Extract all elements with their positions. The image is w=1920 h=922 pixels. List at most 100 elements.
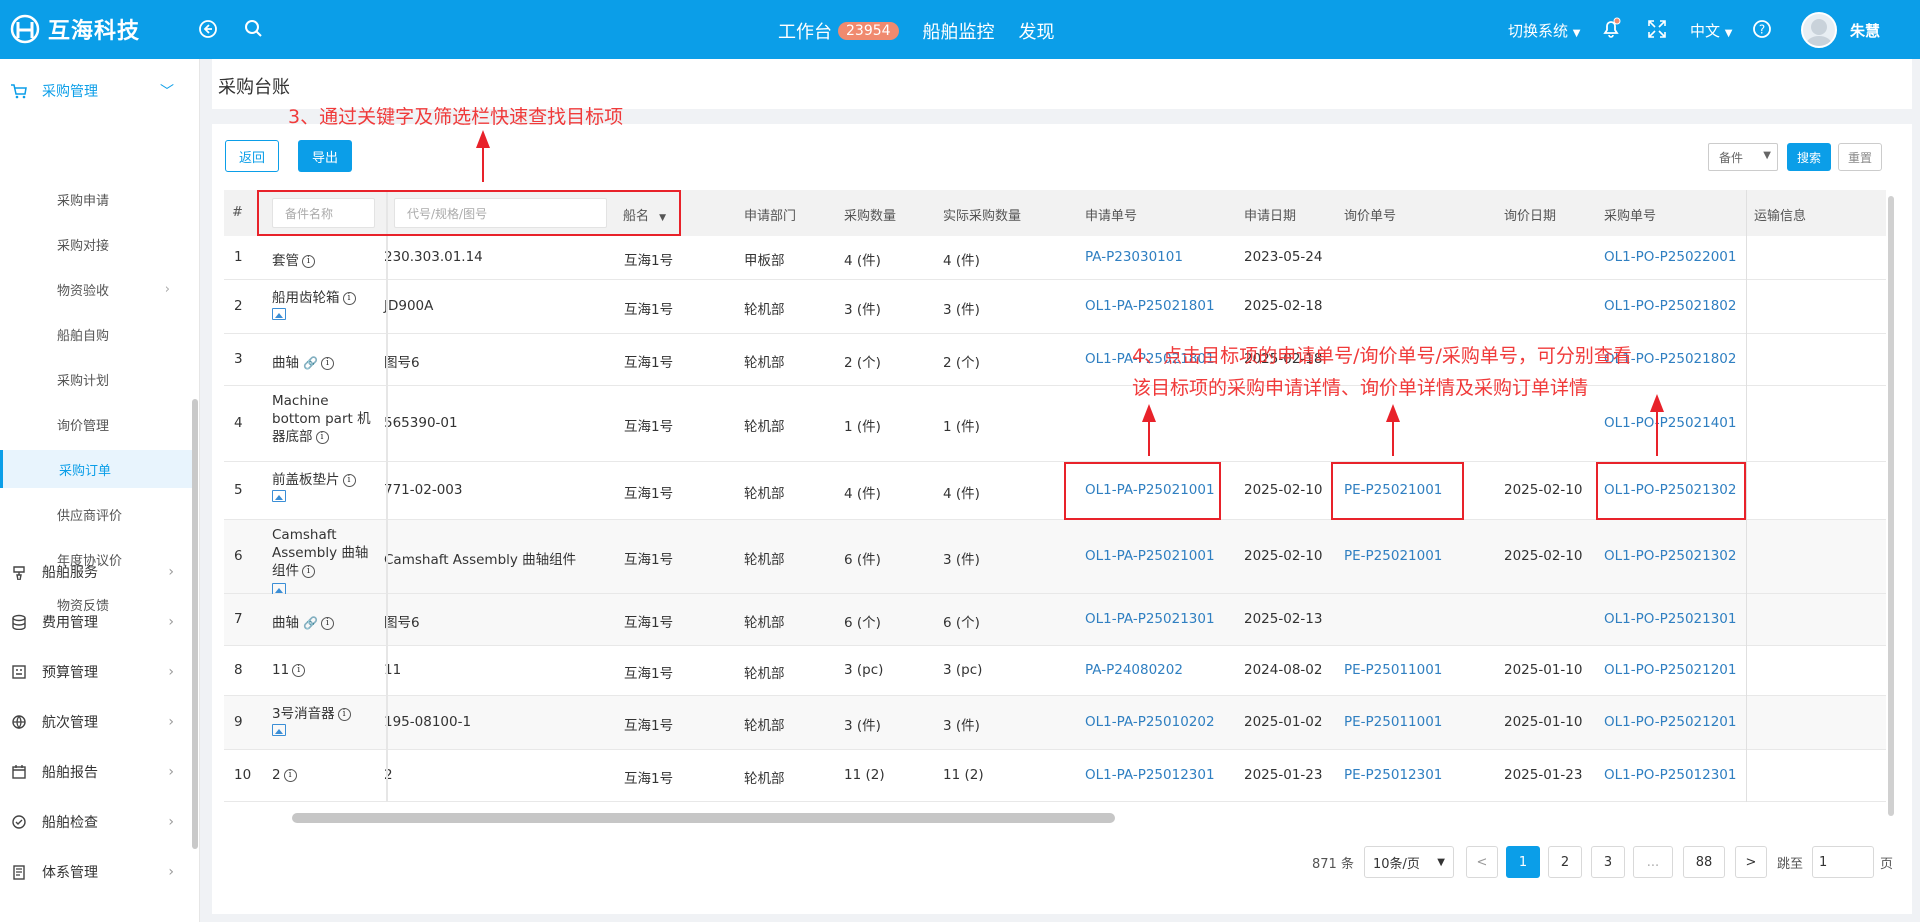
- sidebar-group-purchase[interactable]: 采购管理 ﹀: [0, 71, 192, 111]
- next-page-button[interactable]: >: [1735, 846, 1767, 878]
- apply-no-link[interactable]: OL1-PA-P25012301: [1085, 767, 1215, 783]
- apply-no-link[interactable]: PA-P23030101: [1085, 249, 1183, 265]
- part-name[interactable]: 曲轴: [272, 355, 299, 371]
- part-name[interactable]: 曲轴: [272, 615, 299, 631]
- sidebar-group-4[interactable]: 航次管理 ›: [0, 702, 192, 742]
- link-icon[interactable]: 🔗: [303, 616, 318, 630]
- image-icon[interactable]: [272, 490, 286, 502]
- sidebar-item-1[interactable]: 采购申请: [0, 180, 192, 218]
- info-icon[interactable]: i: [283, 768, 297, 782]
- annotation-arrow-head: [1650, 394, 1664, 412]
- info-icon[interactable]: i: [320, 356, 334, 370]
- sidebar-group-7[interactable]: 体系管理 ›: [0, 852, 192, 892]
- link-icon[interactable]: 🔗: [303, 356, 318, 370]
- apply-no-link[interactable]: PA-P24080202: [1085, 662, 1183, 678]
- annotation-step4-line1: 4、点击目标项的申请单号/询价单号/采购单号，可分别查看: [1132, 345, 1632, 367]
- part-name[interactable]: 3号消音器: [272, 706, 335, 722]
- table-vertical-scrollbar[interactable]: [1888, 196, 1894, 816]
- sidebar-item-8[interactable]: 供应商评价: [0, 495, 192, 533]
- sidebar-group-3[interactable]: 预算管理 ›: [0, 652, 192, 692]
- apply-date: 2025-01-23: [1244, 767, 1323, 783]
- department: 轮机部: [744, 666, 785, 682]
- switch-system-dropdown[interactable]: 切换系统 ▼: [1508, 20, 1581, 41]
- bell-icon[interactable]: [1600, 17, 1622, 39]
- page-button-1[interactable]: 1: [1506, 846, 1540, 878]
- sidebar-item-2[interactable]: 采购对接: [0, 225, 192, 263]
- sidebar-item-3[interactable]: 物资验收 ›: [0, 270, 192, 308]
- image-icon[interactable]: [272, 308, 286, 320]
- info-icon[interactable]: i: [315, 430, 329, 444]
- sidebar-item-4[interactable]: 船舶自购: [0, 315, 192, 353]
- po-no-link[interactable]: OL1-PO-P25021201: [1604, 662, 1736, 678]
- inquiry-no-link[interactable]: PE-P25021001: [1344, 548, 1442, 564]
- row-index: 3: [234, 351, 243, 367]
- part-name[interactable]: 套管: [272, 253, 299, 269]
- search-button[interactable]: 搜索: [1787, 143, 1831, 171]
- sidebar-item-5[interactable]: 采购计划: [0, 360, 192, 398]
- info-icon[interactable]: i: [302, 254, 315, 268]
- part-name[interactable]: 前盖板垫片: [272, 472, 340, 488]
- nav-workbench[interactable]: 工作台 23954: [778, 18, 899, 44]
- search-icon[interactable]: [243, 18, 265, 40]
- part-name[interactable]: 11: [272, 662, 289, 678]
- page-button-3[interactable]: 3: [1591, 846, 1625, 878]
- filter-type-select[interactable]: 备件 ▼: [1708, 143, 1778, 171]
- sidebar-group-2[interactable]: 费用管理 ›: [0, 602, 192, 642]
- page-button-2[interactable]: 2: [1548, 846, 1582, 878]
- sidebar-group-5[interactable]: 船舶报告 ›: [0, 752, 192, 792]
- sidebar-scrollbar[interactable]: [192, 399, 198, 849]
- po-no-link[interactable]: OL1-PO-P25021301: [1604, 611, 1736, 627]
- sidebar-group-6[interactable]: 船舶检查 ›: [0, 802, 192, 842]
- info-icon[interactable]: i: [292, 663, 306, 677]
- po-no-link[interactable]: OL1-PO-P25022001: [1604, 249, 1736, 265]
- part-name[interactable]: 船用齿轮箱: [272, 290, 340, 306]
- chevron-right-icon: ›: [168, 714, 174, 730]
- info-icon[interactable]: i: [302, 564, 315, 578]
- export-button[interactable]: 导出: [298, 140, 352, 172]
- prev-page-button[interactable]: <: [1466, 846, 1498, 878]
- info-icon[interactable]: i: [342, 291, 356, 305]
- page-button-ellipsis[interactable]: ...: [1633, 846, 1673, 878]
- nav-discover[interactable]: 发现: [1019, 18, 1055, 44]
- user-name[interactable]: 朱慧: [1850, 20, 1880, 41]
- sidebar-group-1[interactable]: 船舶服务 ›: [0, 552, 192, 592]
- part-name[interactable]: Camshaft Assembly 曲轴组件: [272, 527, 368, 579]
- inquiry-no-link[interactable]: PE-P25011001: [1344, 662, 1442, 678]
- table-horizontal-scrollbar[interactable]: [292, 813, 1115, 823]
- info-icon[interactable]: i: [320, 616, 334, 630]
- fixed-column-divider: [386, 190, 388, 802]
- back-button[interactable]: 返回: [225, 140, 279, 172]
- info-icon[interactable]: i: [342, 473, 356, 487]
- sidebar-item-6[interactable]: 询价管理: [0, 405, 192, 443]
- info-icon[interactable]: i: [337, 707, 351, 721]
- inquiry-no-link[interactable]: PE-P25012301: [1344, 767, 1442, 783]
- image-icon[interactable]: [272, 724, 286, 736]
- po-no-link[interactable]: OL1-PO-P25021201: [1604, 714, 1736, 730]
- po-no-link[interactable]: OL1-PO-P25021802: [1604, 298, 1736, 314]
- sidebar-item-7[interactable]: 采购订单: [0, 450, 192, 488]
- fullscreen-icon[interactable]: [1646, 18, 1668, 40]
- apply-no-link[interactable]: OL1-PA-P25021801: [1085, 298, 1215, 314]
- inquiry-no-link[interactable]: PE-P25011001: [1344, 714, 1442, 730]
- avatar[interactable]: [1801, 12, 1837, 48]
- apply-no-link[interactable]: OL1-PA-P25021001: [1085, 548, 1215, 564]
- document-icon: [10, 863, 28, 881]
- po-no-link[interactable]: OL1-PO-P25012301: [1604, 767, 1736, 783]
- jump-page-input[interactable]: 1: [1812, 846, 1874, 878]
- actual-qty: 3 (件): [943, 718, 980, 734]
- po-no-link[interactable]: OL1-PO-P25021302: [1604, 548, 1736, 564]
- back-circle-icon[interactable]: [197, 18, 219, 40]
- nav-ship-monitor[interactable]: 船舶监控: [923, 18, 995, 44]
- help-icon[interactable]: ?: [1751, 18, 1773, 40]
- reset-button[interactable]: 重置: [1838, 143, 1882, 171]
- page-size-select[interactable]: 10条/页 ▼: [1364, 846, 1454, 878]
- apply-no-link[interactable]: OL1-PA-P25021301: [1085, 611, 1215, 627]
- apply-no-link[interactable]: OL1-PA-P25010202: [1085, 714, 1215, 730]
- actual-qty: 3 (pc): [943, 662, 983, 678]
- po-no-link[interactable]: OL1-PO-P25021401: [1604, 415, 1736, 431]
- page-button-88[interactable]: 88: [1683, 846, 1725, 878]
- actual-qty: 4 (件): [943, 486, 980, 502]
- logo[interactable]: 互海科技: [10, 12, 140, 46]
- language-dropdown[interactable]: 中文 ▼: [1690, 20, 1733, 41]
- part-name[interactable]: 2: [272, 767, 281, 783]
